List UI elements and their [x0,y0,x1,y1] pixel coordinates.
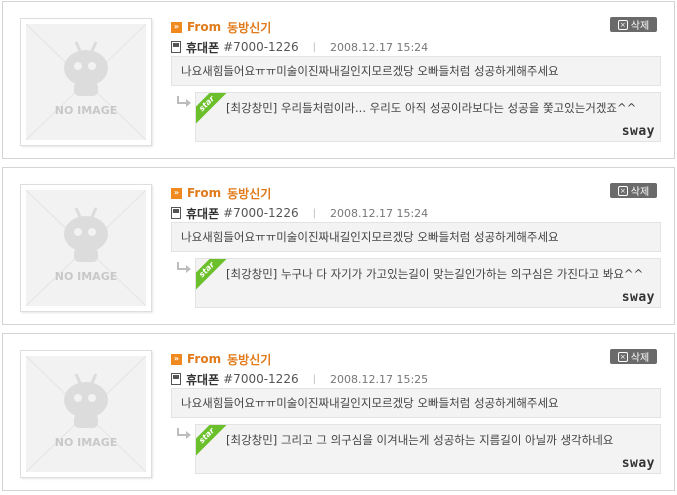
phone-number: #7000-1226 [223,206,299,220]
phone-icon [171,207,181,219]
reply-text: [최강창민] 우리들처럼이라... 우리도 아직 성공이라보다는 성공을 쫓고있… [226,101,637,115]
profile-thumbnail: NO IMAGE [20,184,152,312]
reply-box: star [최강창민] 우리들처럼이라... 우리도 아직 성공이라보다는 성공… [195,92,661,142]
from-label: From [187,186,222,200]
from-line: » From 동방신기 [171,185,271,201]
from-line: » From 동방신기 [171,351,271,367]
phone-label: 휴대폰 [186,40,220,55]
message-text: 나요새힘들어요ㅠㅠ미술이진짜내길인지모르겠당 오빠들처럼 성공하게해주세요 [171,222,661,252]
from-name: 동방신기 [227,186,272,201]
double-arrow-icon: » [171,187,182,199]
reply-arrow-icon [177,428,191,439]
reply-box: star [최강창민] 그리고 그 의구심을 이겨내는게 성공하는 지름길이 아… [195,424,661,474]
from-line: » From 동방신기 [171,19,271,35]
guestbook-entry: NO IMAGE » From 동방신기 휴대폰 #7000-1226 | 20… [2,333,675,491]
placeholder-mascot-icon [26,24,146,140]
delete-button[interactable]: × 삭제 [610,349,657,364]
guestbook-entry: NO IMAGE » From 동방신기 휴대폰 #7000-1226 | 20… [2,1,675,159]
close-icon: × [617,185,628,196]
delete-button[interactable]: × 삭제 [610,17,657,32]
phone-icon [171,41,181,53]
separator: | [312,41,316,53]
double-arrow-icon: » [171,353,182,365]
post-date: 2008.12.17 15:25 [329,372,429,386]
phone-label: 휴대폰 [186,206,220,221]
placeholder-mascot-icon [26,356,146,472]
phone-number: #7000-1226 [223,372,299,386]
reply-arrow-icon [177,96,191,107]
from-name: 동방신기 [227,20,272,35]
message-text: 나요새힘들어요ㅠㅠ미술이진짜내길인지모르겠당 오빠들처럼 성공하게해주세요 [171,56,661,86]
post-date: 2008.12.17 15:24 [329,206,429,220]
profile-thumbnail: NO IMAGE [20,350,152,478]
sender-meta: 휴대폰 #7000-1226 | 2008.12.17 15:24 [171,205,428,221]
profile-thumbnail: NO IMAGE [20,18,152,146]
reply-text: [최강창민] 누구나 다 자기가 가고있는길이 맞는길인가하는 의구심은 가진다… [226,267,644,281]
delete-button[interactable]: × 삭제 [610,183,657,198]
signature: sway [621,456,655,471]
star-badge: star [196,425,227,456]
separator: | [312,373,316,385]
delete-label: 삭제 [630,187,650,198]
post-date: 2008.12.17 15:24 [329,40,429,54]
star-badge: star [196,93,227,124]
sender-meta: 휴대폰 #7000-1226 | 2008.12.17 15:24 [171,39,428,55]
delete-label: 삭제 [630,21,650,32]
signature: sway [621,124,655,139]
no-image-label: NO IMAGE [54,436,118,449]
reply-arrow-icon [177,262,191,273]
no-image-label: NO IMAGE [54,270,118,283]
double-arrow-icon: » [171,21,182,33]
guestbook-entry: NO IMAGE » From 동방신기 휴대폰 #7000-1226 | 20… [2,167,675,325]
message-text: 나요새힘들어요ㅠㅠ미술이진짜내길인지모르겠당 오빠들처럼 성공하게해주세요 [171,388,661,418]
phone-icon [171,373,181,385]
separator: | [312,207,316,219]
reply-box: star [최강창민] 누구나 다 자기가 가고있는길이 맞는길인가하는 의구심… [195,258,661,308]
phone-number: #7000-1226 [223,40,299,54]
delete-label: 삭제 [630,353,650,364]
sender-meta: 휴대폰 #7000-1226 | 2008.12.17 15:25 [171,371,428,387]
phone-label: 휴대폰 [186,372,220,387]
no-image-label: NO IMAGE [54,104,118,117]
star-badge: star [196,259,227,290]
from-name: 동방신기 [227,352,272,367]
reply-text: [최강창민] 그리고 그 의구심을 이겨내는게 성공하는 지름길이 아닐까 생각… [226,433,614,447]
close-icon: × [617,19,628,30]
from-label: From [187,20,222,34]
from-label: From [187,352,222,366]
placeholder-mascot-icon [26,190,146,306]
signature: sway [621,290,655,305]
close-icon: × [617,351,628,362]
